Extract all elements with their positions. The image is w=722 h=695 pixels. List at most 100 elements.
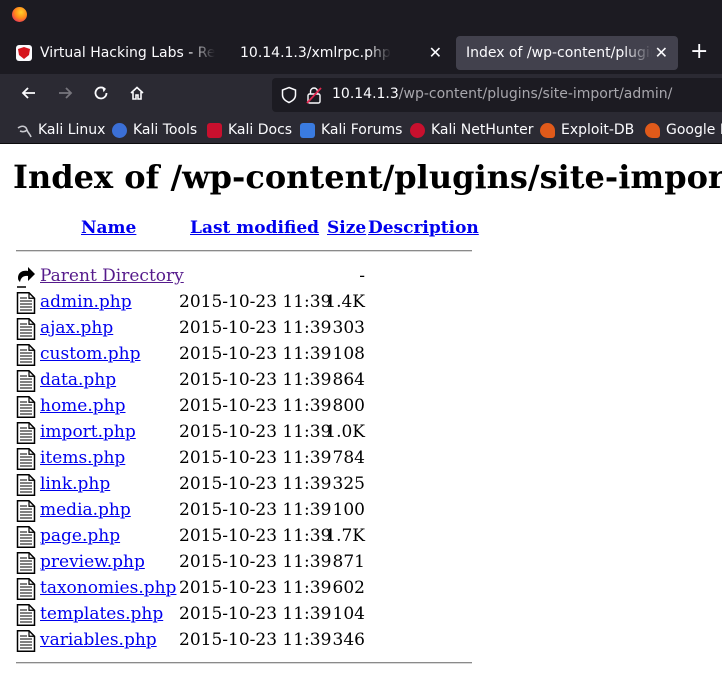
home-button[interactable] bbox=[126, 84, 148, 106]
column-header-size[interactable]: Size bbox=[327, 218, 366, 238]
file-link[interactable]: templates.php bbox=[40, 604, 163, 624]
text-file-icon bbox=[16, 526, 36, 548]
back-arrow-icon bbox=[17, 267, 35, 288]
file-link[interactable]: preview.php bbox=[40, 552, 145, 572]
text-file-icon bbox=[16, 396, 36, 418]
bookmark-label: Kali Tools bbox=[133, 122, 198, 138]
file-modified: 2015-10-23 11:39 bbox=[179, 474, 332, 494]
bookmarks-toolbar: Kali Linux Kali Tools Kali Docs Kali For… bbox=[0, 116, 722, 144]
tab-close-icon[interactable]: ✕ bbox=[655, 44, 668, 62]
bookmark-kali-tools[interactable]: Kali Tools bbox=[112, 120, 197, 140]
file-size: 100 bbox=[332, 500, 365, 520]
file-modified: 2015-10-23 11:39 bbox=[179, 500, 332, 520]
file-row: items.php 2015-10-23 11:39 784 bbox=[0, 446, 480, 472]
file-size: 864 bbox=[332, 370, 365, 390]
window-titlebar bbox=[0, 0, 722, 32]
kali-forums-icon bbox=[300, 122, 315, 138]
text-file-icon bbox=[16, 448, 36, 470]
file-row: variables.php 2015-10-23 11:39 346 bbox=[0, 628, 480, 654]
file-size: 871 bbox=[332, 552, 365, 572]
shield-icon[interactable] bbox=[280, 86, 298, 104]
bookmark-kali-forums[interactable]: Kali Forums bbox=[300, 120, 402, 140]
vhl-favicon-icon bbox=[16, 45, 32, 61]
tab-index-of[interactable]: Index of /wp-content/plugins ✕ bbox=[456, 36, 678, 70]
file-row: admin.php 2015-10-23 11:39 1.4K bbox=[0, 290, 480, 316]
file-modified: 2015-10-23 11:39 bbox=[179, 344, 332, 364]
arrow-right-icon bbox=[59, 87, 73, 99]
tab-close-icon[interactable]: ✕ bbox=[429, 44, 442, 62]
file-size: 800 bbox=[332, 396, 365, 416]
file-link[interactable]: ajax.php bbox=[40, 318, 113, 338]
file-size: 104 bbox=[332, 604, 365, 624]
file-link[interactable]: link.php bbox=[40, 474, 110, 494]
column-header-description[interactable]: Description bbox=[368, 218, 479, 238]
text-file-icon bbox=[16, 578, 36, 600]
bookmark-kali-nethunter[interactable]: Kali NetHunter bbox=[410, 120, 533, 140]
file-row: ajax.php 2015-10-23 11:39 303 bbox=[0, 316, 480, 342]
bookmark-kali-docs[interactable]: Kali Docs bbox=[207, 120, 292, 140]
text-file-icon bbox=[16, 604, 36, 626]
file-row: data.php 2015-10-23 11:39 864 bbox=[0, 368, 480, 394]
home-icon bbox=[130, 86, 144, 100]
file-size: 303 bbox=[332, 318, 365, 338]
url-host: 10.14.1.3 bbox=[332, 86, 399, 102]
file-link[interactable]: variables.php bbox=[40, 630, 157, 650]
text-file-icon bbox=[16, 370, 36, 392]
text-file-icon bbox=[16, 474, 36, 496]
file-modified: 2015-10-23 11:39 bbox=[179, 292, 332, 312]
bookmark-label: Kali Linux bbox=[38, 122, 106, 138]
file-row: page.php 2015-10-23 11:39 1.7K bbox=[0, 524, 480, 550]
file-row: media.php 2015-10-23 11:39 100 bbox=[0, 498, 480, 524]
bookmark-kali-linux[interactable]: Kali Linux bbox=[17, 120, 105, 140]
tab-virtual-hacking-labs[interactable]: Virtual Hacking Labs - Re bbox=[8, 36, 230, 70]
tab-xmlrpc[interactable]: 10.14.1.3/xmlrpc.php ✕ bbox=[230, 36, 452, 70]
text-file-icon bbox=[16, 630, 36, 652]
new-tab-button[interactable]: + bbox=[690, 40, 708, 64]
file-link[interactable]: import.php bbox=[40, 422, 136, 442]
bookmark-label: Kali Docs bbox=[228, 122, 293, 138]
navigation-toolbar: 10.14.1.3/wp-content/plugins/site-import… bbox=[0, 74, 722, 116]
file-modified: 2015-10-23 11:39 bbox=[179, 604, 332, 624]
bookmark-label: Kali Forums bbox=[321, 122, 403, 138]
file-row: home.php 2015-10-23 11:39 800 bbox=[0, 394, 480, 420]
url-bar[interactable]: 10.14.1.3/wp-content/plugins/site-import… bbox=[272, 78, 722, 112]
forward-button[interactable] bbox=[54, 84, 76, 106]
reload-icon bbox=[94, 86, 108, 100]
file-link[interactable]: custom.php bbox=[40, 344, 141, 364]
tab-title: Virtual Hacking Labs - Re bbox=[40, 45, 216, 61]
column-header-last-modified[interactable]: Last modified bbox=[190, 218, 319, 238]
file-size: 1.7K bbox=[325, 526, 365, 546]
file-modified: 2015-10-23 11:39 bbox=[179, 370, 332, 390]
footer-divider bbox=[16, 662, 472, 664]
parent-directory-link[interactable]: Parent Directory bbox=[40, 266, 184, 286]
file-link[interactable]: admin.php bbox=[40, 292, 132, 312]
firefox-icon[interactable] bbox=[12, 7, 27, 22]
reload-button[interactable] bbox=[90, 84, 112, 106]
file-row: preview.php 2015-10-23 11:39 871 bbox=[0, 550, 480, 576]
url-text[interactable]: 10.14.1.3/wp-content/plugins/site-import… bbox=[332, 86, 672, 102]
parent-directory-row: Parent Directory - bbox=[0, 264, 480, 290]
back-button[interactable] bbox=[18, 84, 40, 106]
file-link[interactable]: items.php bbox=[40, 448, 125, 468]
file-link[interactable]: data.php bbox=[40, 370, 116, 390]
insecure-lock-icon[interactable] bbox=[306, 86, 322, 104]
bookmark-label: Kali NetHunter bbox=[431, 122, 534, 138]
file-size: 1.4K bbox=[325, 292, 365, 312]
file-link[interactable]: media.php bbox=[40, 500, 131, 520]
kali-tools-icon bbox=[112, 122, 127, 138]
page-title: Index of /wp-content/plugins/site-import… bbox=[13, 158, 722, 196]
file-modified: 2015-10-23 11:39 bbox=[179, 526, 332, 546]
file-link[interactable]: page.php bbox=[40, 526, 120, 546]
file-link[interactable]: taxonomies.php bbox=[40, 578, 176, 598]
file-modified: 2015-10-23 11:39 bbox=[179, 578, 332, 598]
tab-strip: Virtual Hacking Labs - Re 10.14.1.3/xmlr… bbox=[0, 32, 722, 74]
page-content: Index of /wp-content/plugins/site-import… bbox=[0, 144, 722, 695]
file-size: 346 bbox=[332, 630, 365, 650]
column-header-name[interactable]: Name bbox=[81, 218, 136, 238]
bookmark-google-hacking[interactable]: Google H bbox=[645, 120, 722, 140]
file-modified: 2015-10-23 11:39 bbox=[179, 448, 332, 468]
file-link[interactable]: home.php bbox=[40, 396, 125, 416]
file-modified: 2015-10-23 11:39 bbox=[179, 422, 332, 442]
file-size: 108 bbox=[332, 344, 365, 364]
bookmark-exploit-db[interactable]: Exploit-DB bbox=[540, 120, 634, 140]
